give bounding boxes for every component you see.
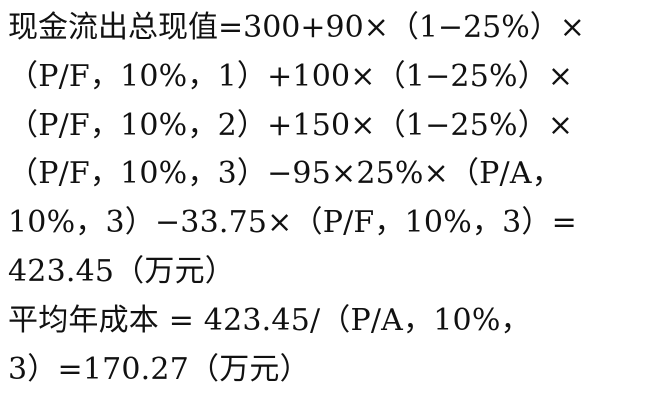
formula-line-7: 平均年成本 = 423.45/（P/A，10%， bbox=[8, 302, 531, 338]
formula-line-8: 3）=170.27（万元） bbox=[8, 351, 310, 387]
formula-line-6: 423.45（万元） bbox=[8, 253, 235, 289]
formula-line-1: 现金流出总现值=300+90×（1−25%）× bbox=[8, 10, 585, 45]
formula-line-3: （P/F，10%，2）+150×（1−25%）× bbox=[8, 107, 574, 143]
formula-document: 现金流出总现值=300+90×（1−25%）× （P/F，10%，1）+100×… bbox=[0, 0, 671, 406]
formula-line-5: 10%，3）−33.75×（P/F，10%，3）= bbox=[8, 205, 577, 241]
formula-line-4: （P/F，10%，3）−95×25%×（P/A， bbox=[8, 156, 562, 192]
formula-line-2: （P/F，10%，1）+100×（1−25%）× bbox=[8, 58, 574, 94]
